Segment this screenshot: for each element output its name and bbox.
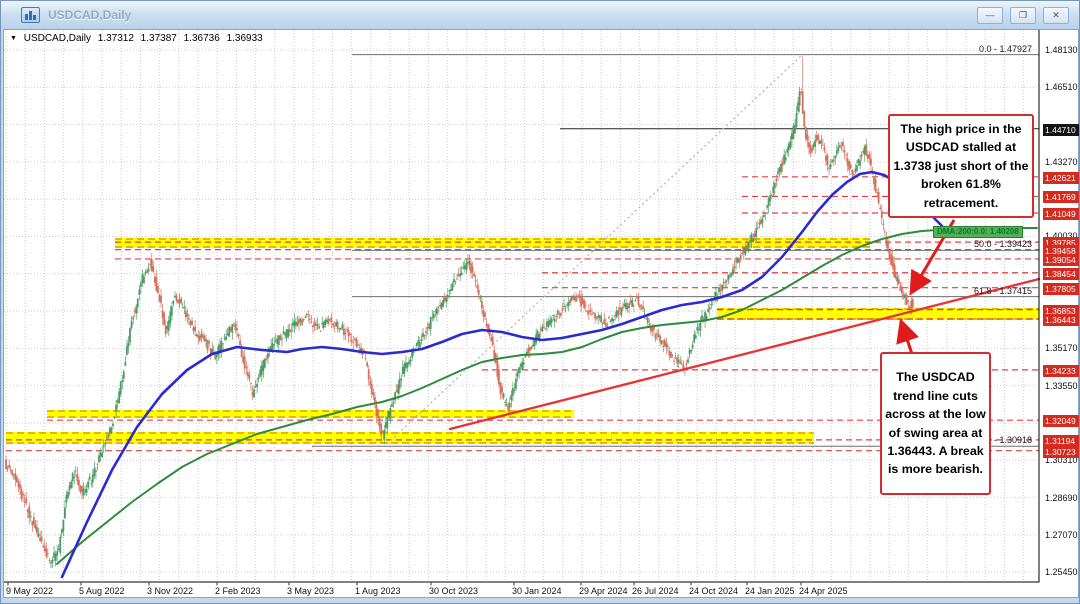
- symbol-dropdown-icon[interactable]: ▼: [10, 35, 17, 42]
- fib-level-label: 50.0 - 1.39423: [974, 239, 1032, 249]
- price-level-badge: 1.39054: [1043, 254, 1080, 266]
- low-value: 1.36736: [184, 33, 220, 44]
- close-icon: ✕: [1052, 10, 1060, 20]
- price-level-badge: 1.34233: [1043, 365, 1080, 377]
- window-titlebar: USDCAD,Daily — ❐ ✕: [1, 1, 1079, 29]
- price-tick-label: 1.33550: [1045, 381, 1078, 391]
- chart-icon: [21, 7, 40, 23]
- fib-level-label: 0.0 - 1.47927: [979, 44, 1032, 54]
- window-title: USDCAD,Daily: [48, 8, 131, 22]
- price-level-badge: 1.41049: [1043, 208, 1080, 220]
- date-tick-label: 30 Oct 2023: [429, 586, 478, 596]
- price-level-badge: 1.30723: [1043, 446, 1080, 458]
- close-button[interactable]: ✕: [1043, 7, 1069, 24]
- ohlc-header: ▼ USDCAD,Daily 1.37312 1.37387 1.36736 1…: [10, 33, 267, 44]
- date-tick-label: 5 Aug 2022: [79, 586, 125, 596]
- price-level-badge: 1.42621: [1043, 172, 1080, 184]
- date-tick-label: 3 Nov 2022: [147, 586, 193, 596]
- annotation-box-high[interactable]: The high price in the USDCAD stalled at …: [888, 114, 1034, 218]
- open-value: 1.37312: [98, 33, 134, 44]
- symbol-timeframe-label: USDCAD,Daily: [24, 33, 91, 44]
- price-tick-label: 1.35170: [1045, 343, 1078, 353]
- minimize-icon: —: [986, 10, 995, 20]
- minimize-button[interactable]: —: [977, 7, 1003, 24]
- mt4-chart-window: USDCAD,Daily — ❐ ✕ ▼ USDCAD,Daily 1.3731…: [0, 0, 1080, 604]
- price-tick-label: 1.27070: [1045, 530, 1078, 540]
- price-tick-label: 1.46510: [1045, 82, 1078, 92]
- price-level-badge: 1.37805: [1043, 283, 1080, 295]
- date-tick-label: 2 Feb 2023: [215, 586, 261, 596]
- chart-area: ▼ USDCAD,Daily 1.37312 1.37387 1.36736 1…: [3, 29, 1079, 598]
- annotation-box-trendline[interactable]: The USDCAD trend line cuts across at the…: [880, 352, 991, 495]
- annotation-text: The USDCAD trend line cuts across at the…: [885, 368, 986, 478]
- price-tick-label: 1.28690: [1045, 493, 1078, 503]
- restore-button[interactable]: ❐: [1010, 7, 1036, 24]
- date-tick-label: 30 Jan 2024: [512, 586, 562, 596]
- price-tick-label: 1.48130: [1045, 45, 1078, 55]
- date-tick-label: 26 Jul 2024: [632, 586, 679, 596]
- red-arrow-to-trendline[interactable]: [901, 321, 912, 354]
- price-level-badge: 1.44710: [1043, 124, 1080, 136]
- date-tick-label: 24 Jan 2025: [745, 586, 795, 596]
- close-value: 1.36933: [227, 33, 263, 44]
- price-tick-label: 1.25450: [1045, 567, 1078, 577]
- price-level-badge: 1.32049: [1043, 415, 1080, 427]
- ma-level-label: DMA:200:0.0: 1.40208: [933, 226, 1023, 238]
- high-value: 1.37387: [141, 33, 177, 44]
- fib-level-label: 61.8 - 1.37415: [974, 286, 1032, 296]
- date-tick-label: 3 May 2023: [287, 586, 334, 596]
- date-tick-label: 29 Apr 2024: [579, 586, 628, 596]
- date-tick-label: 24 Apr 2025: [799, 586, 848, 596]
- price-level-badge: 1.41769: [1043, 191, 1080, 203]
- price-tick-label: 1.43270: [1045, 157, 1078, 167]
- restore-icon: ❐: [1019, 10, 1027, 20]
- date-tick-label: 9 May 2022: [6, 586, 53, 596]
- price-level-badge: 1.38454: [1043, 268, 1080, 280]
- date-tick-label: 24 Oct 2024: [689, 586, 738, 596]
- price-level-badge: 1.36443: [1043, 314, 1080, 326]
- date-tick-label: 1 Aug 2023: [355, 586, 401, 596]
- annotation-text: The high price in the USDCAD stalled at …: [893, 120, 1029, 212]
